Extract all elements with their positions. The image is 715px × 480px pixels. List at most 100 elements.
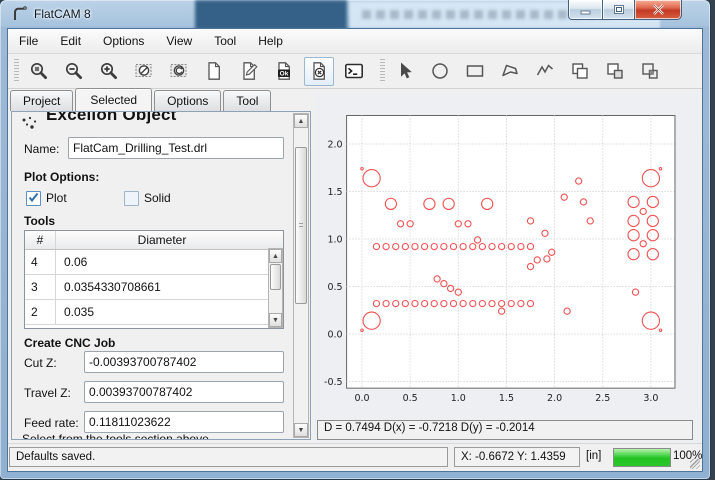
minimize-button[interactable] [568,0,603,20]
shell-button[interactable] [339,57,369,86]
svg-text:Ok: Ok [280,71,289,78]
menu-view[interactable]: View [155,30,203,52]
plot-options-label: Plot Options: [24,170,99,184]
draw-polygon-button[interactable] [495,57,525,86]
selected-object-panel: Excellon Object Name: Plot Options: Plot… [11,111,311,440]
select-arrow-icon [394,60,416,82]
table-scrollbar-thumb[interactable] [270,264,281,290]
tab-project[interactable]: Project [10,90,73,111]
tool-number-cell[interactable]: 2 [25,300,56,324]
cutz-input[interactable] [84,351,284,373]
menu-options[interactable]: Options [92,30,155,52]
tool-diameter-cell[interactable]: 0.035 [56,305,268,319]
tool-row[interactable]: 3 0.0354330708661 [25,275,283,300]
union-icon [569,60,591,82]
subtract-button[interactable] [600,57,630,86]
zoom-fit-icon [28,60,50,82]
tab-selected[interactable]: Selected [75,88,152,111]
draw-circle-icon [429,60,451,82]
panel-scroll-down-button[interactable]: ▼ [294,423,308,437]
tool-row[interactable]: 4 0.06 [25,250,283,275]
zoom-out-button[interactable] [59,57,89,86]
menu-tool[interactable]: Tool [203,30,247,52]
x-tick-label: 1.0 [451,393,466,404]
menu-help[interactable]: Help [247,30,294,52]
client-area: FileEditOptionsViewToolHelp Ok ProjectSe… [7,28,703,472]
y-tick-label: 1.0 [327,235,342,246]
toolbar-drag-handle[interactable] [380,59,385,83]
clear-plot-button[interactable] [129,57,159,86]
tool-diameter-cell[interactable]: 0.06 [56,255,268,269]
table-scroll-down-button[interactable]: ▼ [269,313,282,327]
name-input[interactable] [68,137,284,159]
window-title: FlatCAM 8 [34,7,91,21]
zoom-fit-button[interactable] [24,57,54,86]
tools-label: Tools [24,214,55,228]
new-file-icon [203,60,225,82]
tool-number-header[interactable]: # [25,231,56,249]
edit-file-icon [238,60,260,82]
cancel-edit-button[interactable] [304,57,334,86]
panel-scrollbar[interactable]: ▲ ▼ [293,113,309,438]
intersect-icon [639,60,661,82]
y-tick-label: 0.5 [327,282,342,293]
tool-number-cell[interactable]: 4 [25,250,56,274]
travelz-label: Travel Z: [24,386,71,400]
zoom-in-button[interactable] [94,57,124,86]
tools-footnote: Select from the tools section above [22,432,209,440]
x-tick-label: 2.0 [547,393,562,404]
tools-table-scrollbar[interactable]: ▲ ▼ [268,248,283,328]
y-tick-label: -0.5 [324,377,343,388]
travelz-input[interactable] [84,381,284,403]
union-button[interactable] [565,57,595,86]
tab-options[interactable]: Options [154,90,221,111]
cutz-label: Cut Z: [24,356,57,370]
menu-file[interactable]: File [8,30,49,52]
table-scroll-up-button[interactable]: ▲ [269,249,282,263]
plot-checkbox[interactable] [26,191,41,206]
feedrate-input[interactable] [84,411,284,433]
intersect-button[interactable] [635,57,665,86]
draw-circle-button[interactable] [425,57,455,86]
tool-row[interactable]: 2 0.035 [25,300,283,325]
solid-checkbox-label[interactable]: Solid [144,191,171,205]
panel-scroll-up-button[interactable]: ▲ [294,114,308,128]
tab-tool[interactable]: Tool [223,90,271,111]
menu-edit[interactable]: Edit [49,30,92,52]
replot-button[interactable] [164,57,194,86]
plot-checkbox-label[interactable]: Plot [46,191,67,205]
tool-diameter-header[interactable]: Diameter [56,233,268,247]
close-button[interactable] [635,0,682,20]
solid-checkbox[interactable] [124,191,139,206]
tool-diameter-cell[interactable]: 0.0354330708661 [56,280,268,294]
ok-file-button[interactable]: Ok [269,57,299,86]
y-tick-label: 1.5 [327,187,342,198]
toolbar-drag-handle[interactable] [14,59,19,83]
plot-canvas[interactable]: 0.00.51.01.52.02.53.0-0.50.00.51.01.52.0 [314,93,706,411]
cancel-edit-icon [308,60,330,82]
replot-icon [168,60,190,82]
draw-polyline-button[interactable] [530,57,560,86]
status-message: Defaults saved. [9,447,448,467]
x-tick-label: 3.0 [643,393,658,404]
panel-title: Excellon Object [46,112,246,125]
status-bar: Defaults saved. X: -0.6672 Y: 1.4359 [in… [8,443,702,471]
draw-rectangle-icon [464,60,486,82]
draw-polygon-icon [499,60,521,82]
units-label: [in] [586,450,601,462]
tool-number-cell[interactable]: 3 [25,275,56,299]
draw-rectangle-button[interactable] [460,57,490,86]
draw-polyline-icon [534,60,556,82]
edit-file-button[interactable] [234,57,264,86]
background-window-blob [195,0,347,28]
restore-button[interactable] [603,0,635,20]
select-arrow-button[interactable] [390,57,420,86]
x-tick-label: 0.0 [354,393,369,404]
panel-scrollbar-thumb[interactable] [295,147,307,304]
x-tick-label: 1.5 [499,393,514,404]
toolbar: Ok [8,54,702,89]
resize-grip[interactable] [690,459,700,469]
zoom-in-icon [98,60,120,82]
new-file-button[interactable] [199,57,229,86]
x-tick-label: 0.5 [403,393,418,404]
